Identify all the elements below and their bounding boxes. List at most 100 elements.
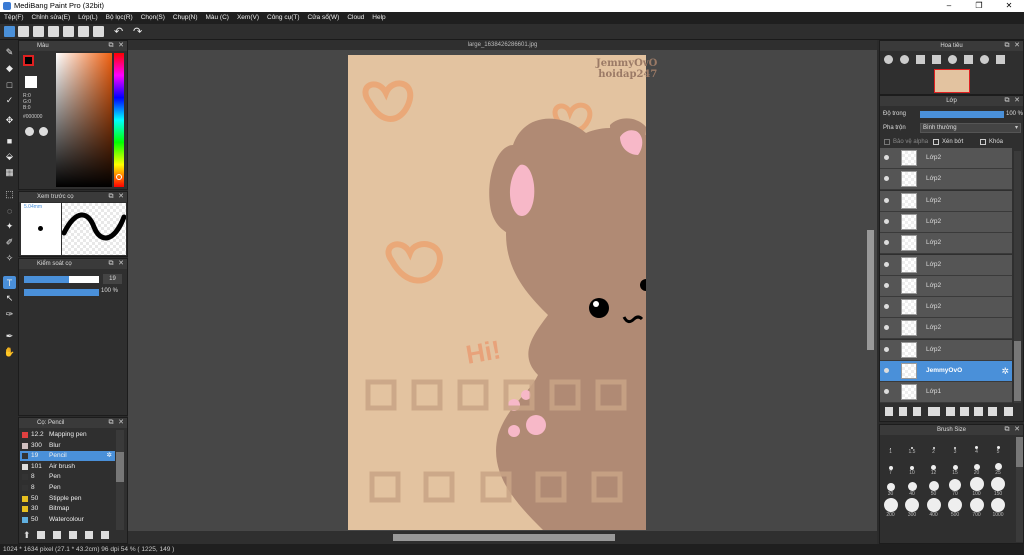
brush-list-item[interactable]: 50 Stipple pen (20, 494, 115, 504)
layer-row[interactable]: Lớp2 (880, 275, 1012, 297)
size-value-field[interactable]: 19 (103, 274, 122, 284)
move-tool-icon[interactable]: ✥ (3, 114, 16, 127)
panel-pop-icon[interactable]: ⧉ (107, 419, 115, 427)
panel-close-icon[interactable]: ✕ (117, 42, 125, 50)
layer-opacity-slider[interactable] (920, 111, 1004, 118)
brush-size-cell[interactable]: 25 (988, 458, 1009, 478)
brush-list-item[interactable]: 12.2 Mapping pen (20, 430, 115, 440)
brush-size-cell[interactable]: 700 (966, 498, 987, 520)
cloud-icon[interactable] (4, 26, 15, 37)
protect-alpha-checkbox[interactable] (884, 139, 890, 145)
brush-list-item[interactable]: 300 Blur (20, 441, 115, 451)
menu-item[interactable]: Màu (C) (201, 12, 232, 24)
eye-icon[interactable] (884, 176, 889, 182)
foreground-color-swatch[interactable] (23, 55, 34, 66)
fit-icon[interactable] (916, 55, 925, 64)
dot-tool-icon[interactable]: ✓ (3, 94, 16, 107)
new-layer-icon[interactable] (885, 407, 893, 416)
reset-view-icon[interactable] (996, 55, 1005, 64)
menu-item[interactable]: Lớp(L) (74, 12, 101, 24)
panel-close-icon[interactable]: ✕ (1013, 426, 1021, 434)
lock-checkbox[interactable] (980, 139, 986, 145)
eye-icon[interactable] (884, 240, 889, 246)
layer-row[interactable]: Lớp2 (880, 254, 1012, 276)
saturation-value-picker[interactable] (56, 53, 112, 187)
brush-size-cell[interactable]: 1 (880, 437, 901, 457)
brush-list-item[interactable]: 50 Watercolour (20, 515, 115, 525)
panel-close-icon[interactable]: ✕ (117, 419, 125, 427)
save-icon[interactable] (18, 26, 29, 37)
opacity-slider[interactable] (24, 289, 99, 296)
scrollbar-thumb[interactable] (1014, 341, 1021, 401)
brush-size-cell[interactable]: 10 (902, 458, 923, 478)
menu-item[interactable]: Chọn(S) (137, 12, 169, 24)
hue-handle[interactable] (116, 174, 122, 180)
merge-layer-icon[interactable] (988, 407, 997, 416)
add-layer-menu-icon[interactable] (928, 407, 940, 416)
eye-icon[interactable] (884, 368, 889, 373)
eye-icon[interactable] (884, 282, 889, 288)
brush-size-cell[interactable]: 2 (923, 437, 944, 457)
shape-tool-icon[interactable]: □ (3, 78, 16, 91)
gear-icon[interactable]: ✲ (1001, 366, 1009, 377)
layer-row[interactable]: Lớp2 (880, 148, 1012, 169)
brush-size-cell[interactable]: 30 (880, 479, 901, 499)
panel-pop-icon[interactable]: ⧉ (107, 42, 115, 50)
panel-close-icon[interactable]: ✕ (1013, 42, 1021, 50)
eye-icon[interactable] (884, 197, 889, 203)
brush-size-cell[interactable]: 500 (945, 498, 966, 520)
brush-size-cell[interactable]: 5 (988, 437, 1009, 457)
layer-row[interactable]: Lớp2 (880, 233, 1012, 255)
brush-size-cell[interactable]: 20 (966, 458, 987, 478)
minimize-button[interactable]: – (934, 0, 964, 12)
brush-size-cell[interactable]: 200 (880, 498, 901, 520)
select-eraser-tool-icon[interactable]: ✧ (3, 252, 16, 265)
actual-size-icon[interactable] (932, 55, 941, 64)
eye-icon[interactable] (884, 155, 889, 160)
hue-slider[interactable] (114, 53, 124, 187)
clipping-checkbox[interactable] (933, 139, 939, 145)
table-icon[interactable] (78, 26, 89, 37)
brush-list-item[interactable]: 30 Bitmap (20, 504, 115, 514)
brush-delete-icon[interactable] (101, 531, 109, 539)
select-pen-tool-icon[interactable]: ✐ (3, 236, 16, 249)
panel-close-icon[interactable]: ✕ (1013, 97, 1021, 105)
palette-icon[interactable] (25, 127, 34, 136)
panel-close-icon[interactable]: ✕ (117, 260, 125, 268)
brush-size-cell[interactable]: 400 (923, 498, 944, 520)
brush-size-cell[interactable]: 40 (902, 479, 923, 499)
operation-tool-icon[interactable]: ↖ (3, 292, 16, 305)
brush-size-cell[interactable]: 4 (966, 437, 987, 457)
layer-row[interactable]: Lớp2 (880, 211, 1012, 233)
eye-icon[interactable] (884, 346, 889, 352)
brush-duplicate-icon[interactable] (85, 531, 93, 539)
eye-icon[interactable] (884, 218, 889, 224)
panel-icon[interactable] (93, 26, 104, 37)
layer-folder-icon[interactable] (946, 407, 955, 416)
comment-icon[interactable] (33, 26, 44, 37)
panel-pop-icon[interactable]: ⧉ (107, 193, 115, 201)
navigator-thumbnail[interactable] (934, 69, 970, 93)
menu-item[interactable]: Công cụ(T) (263, 12, 304, 24)
menu-item[interactable]: Xem(V) (233, 12, 263, 24)
brush-size-cell[interactable]: 12 (923, 458, 944, 478)
grid-icon[interactable] (48, 26, 59, 37)
brush-copy-icon[interactable] (53, 531, 61, 539)
brush-list-item[interactable]: 8 Pen (20, 472, 115, 482)
layer-row[interactable]: Lớp2 (880, 339, 1012, 361)
layer-row[interactable]: Lớp2 (880, 169, 1012, 191)
brush-list-item[interactable]: 19 Pencil ✲ (20, 451, 115, 462)
zoom-in-icon[interactable] (884, 55, 893, 64)
transparent-color-swatch[interactable] (25, 76, 37, 88)
brush-size-cell[interactable]: 100 (966, 477, 987, 499)
gradient-tool-icon[interactable]: ▦ (3, 166, 16, 179)
brush-list-scrollbar[interactable] (116, 430, 124, 530)
layer-row[interactable]: Lớp2 (880, 297, 1012, 319)
undo-icon[interactable]: ↶ (114, 25, 123, 38)
panel-close-icon[interactable]: ✕ (117, 193, 125, 201)
lasso-tool-icon[interactable]: ◌ (3, 204, 16, 217)
eye-icon[interactable] (884, 261, 889, 267)
brush-size-cell[interactable]: 15 (945, 458, 966, 478)
brush-size-cell[interactable]: 70 (945, 479, 966, 499)
panel-pop-icon[interactable]: ⧉ (107, 260, 115, 268)
